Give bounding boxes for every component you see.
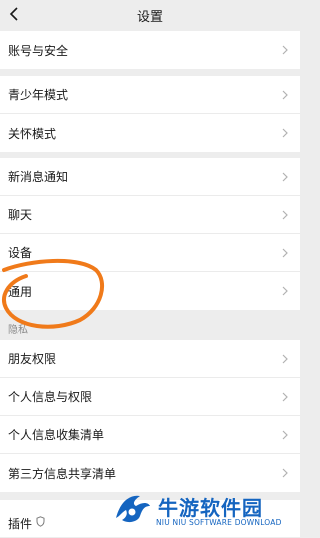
navigation-bar: 设置 bbox=[0, 0, 300, 28]
settings-item-label: 朋友权限 bbox=[8, 352, 57, 366]
watermark: 牛游软件园 NIU NIU SOFTWARE DOWNLOAD bbox=[112, 490, 300, 537]
watermark-subtitle: NIU NIU SOFTWARE DOWNLOAD bbox=[156, 518, 282, 527]
settings-group-privacy: 朋友权限 个人信息与权限 个人信息收集清单 第三方信息共享清单 bbox=[0, 340, 300, 492]
settings-item-info-collection[interactable]: 个人信息收集清单 bbox=[0, 416, 300, 454]
chevron-right-icon bbox=[282, 90, 288, 100]
chevron-right-icon bbox=[282, 468, 288, 478]
settings-item-label: 个人信息与权限 bbox=[8, 390, 93, 404]
settings-item-personal-info[interactable]: 个人信息与权限 bbox=[0, 378, 300, 416]
shield-icon bbox=[36, 516, 45, 527]
settings-item-label: 关怀模式 bbox=[8, 126, 57, 141]
chevron-right-icon bbox=[282, 210, 288, 220]
settings-item-label: 第三方信息共享清单 bbox=[8, 466, 117, 481]
settings-item-teen-mode[interactable]: 青少年模式 bbox=[0, 76, 300, 114]
settings-item-label: 聊天 bbox=[8, 208, 33, 222]
settings-item-notifications[interactable]: 新消息通知 bbox=[0, 158, 300, 196]
chevron-right-icon bbox=[282, 128, 288, 138]
settings-item-label: 插件 bbox=[8, 516, 33, 531]
chevron-right-icon bbox=[282, 248, 288, 258]
chevron-right-icon bbox=[282, 430, 288, 440]
chevron-right-icon bbox=[282, 392, 288, 402]
settings-item-third-party-sharing[interactable]: 第三方信息共享清单 bbox=[0, 454, 300, 492]
settings-item-label: 青少年模式 bbox=[8, 88, 69, 102]
chevron-right-icon bbox=[282, 286, 288, 296]
settings-item-label: 新消息通知 bbox=[8, 170, 69, 184]
watermark-title: 牛游软件园 bbox=[158, 496, 263, 520]
settings-group-general: 新消息通知 聊天 设备 通用 bbox=[0, 158, 300, 310]
settings-item-label: 设备 bbox=[8, 246, 33, 260]
chevron-right-icon bbox=[282, 45, 288, 55]
settings-item-general[interactable]: 通用 bbox=[0, 272, 300, 310]
settings-group-account: 账号与安全 bbox=[0, 31, 300, 69]
settings-item-care-mode[interactable]: 关怀模式 bbox=[0, 114, 300, 152]
settings-group-modes: 青少年模式 关怀模式 bbox=[0, 76, 300, 152]
chevron-right-icon bbox=[282, 354, 288, 364]
settings-item-friend-permissions[interactable]: 朋友权限 bbox=[0, 340, 300, 378]
settings-item-label: 通用 bbox=[8, 284, 33, 299]
settings-item-label: 账号与安全 bbox=[8, 43, 69, 58]
privacy-section-header: 隐私 bbox=[0, 314, 300, 340]
section-header-label: 隐私 bbox=[8, 325, 28, 336]
bull-logo-icon bbox=[116, 495, 150, 523]
settings-item-account-security[interactable]: 账号与安全 bbox=[0, 31, 300, 69]
settings-item-chat[interactable]: 聊天 bbox=[0, 196, 300, 234]
page-title: 设置 bbox=[136, 10, 163, 25]
settings-item-label: 个人信息收集清单 bbox=[8, 428, 105, 442]
chevron-right-icon bbox=[282, 172, 288, 182]
settings-item-devices[interactable]: 设备 bbox=[0, 234, 300, 272]
